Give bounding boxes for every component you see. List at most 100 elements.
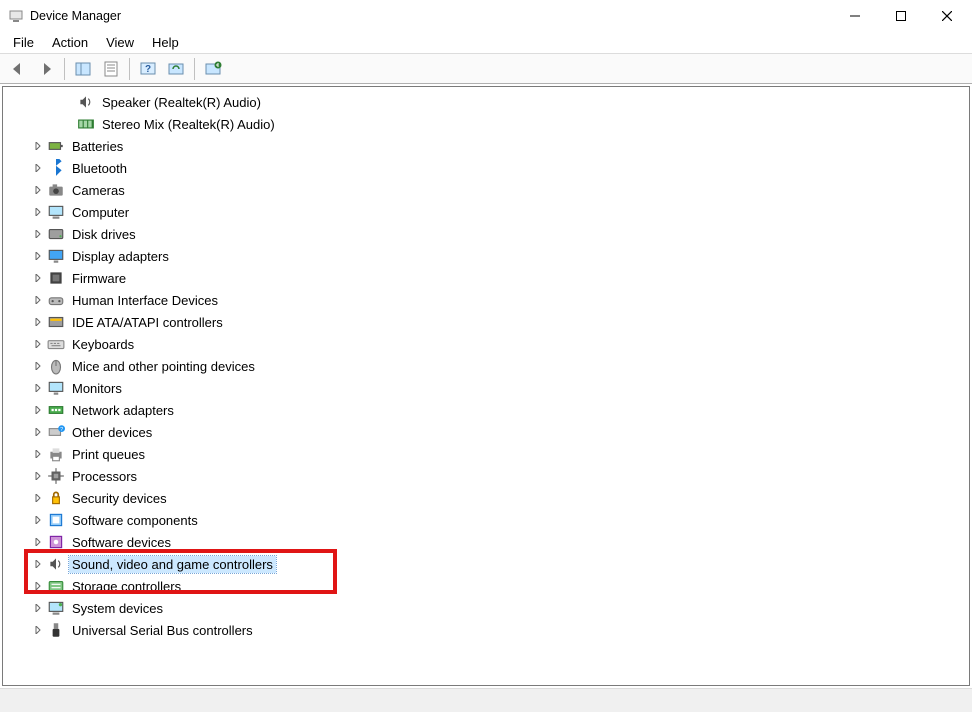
expand-icon[interactable] — [31, 513, 45, 527]
tree-item-network[interactable]: Network adapters — [3, 399, 969, 421]
tree-item-label: Computer — [69, 204, 132, 221]
tree-item-label: Speaker (Realtek(R) Audio) — [99, 94, 264, 111]
expand-icon[interactable] — [31, 249, 45, 263]
tree-item-storage[interactable]: Storage controllers — [3, 575, 969, 597]
tree-item-system[interactable]: System devices — [3, 597, 969, 619]
tree-item-keyboards[interactable]: Keyboards — [3, 333, 969, 355]
content-area: Speaker (Realtek(R) Audio) Stereo Mix (Re… — [2, 86, 970, 686]
tree-item-batteries[interactable]: Batteries — [3, 135, 969, 157]
disk-icon — [47, 225, 65, 243]
tree-item-security[interactable]: Security devices — [3, 487, 969, 509]
forward-button[interactable] — [34, 57, 58, 81]
maximize-button[interactable] — [878, 0, 924, 32]
tree-item-label: Keyboards — [69, 336, 137, 353]
expand-icon[interactable] — [31, 381, 45, 395]
tree-item-sw-devices[interactable]: Software devices — [3, 531, 969, 553]
tree-item-label: Storage controllers — [69, 578, 184, 595]
expand-icon[interactable] — [31, 535, 45, 549]
tree-item-speaker[interactable]: Speaker (Realtek(R) Audio) — [3, 91, 969, 113]
tree-item-label: Software components — [69, 512, 201, 529]
expand-icon[interactable] — [31, 271, 45, 285]
display-icon — [47, 247, 65, 265]
tree-item-label: Other devices — [69, 424, 155, 441]
network-icon — [47, 401, 65, 419]
tree-item-label: Firmware — [69, 270, 129, 287]
properties-button[interactable] — [99, 57, 123, 81]
mouse-icon — [47, 357, 65, 375]
tree-item-label: Network adapters — [69, 402, 177, 419]
expand-icon[interactable] — [31, 315, 45, 329]
menu-view[interactable]: View — [97, 32, 143, 54]
expand-icon[interactable] — [31, 139, 45, 153]
expand-icon[interactable] — [31, 337, 45, 351]
speaker-icon — [77, 93, 95, 111]
tree-item-disk-drives[interactable]: Disk drives — [3, 223, 969, 245]
keyboard-icon — [47, 335, 65, 353]
usb-icon — [47, 621, 65, 639]
expand-icon[interactable] — [31, 425, 45, 439]
show-hide-console-tree-button[interactable] — [71, 57, 95, 81]
tree-item-label: Security devices — [69, 490, 170, 507]
device-tree[interactable]: Speaker (Realtek(R) Audio) Stereo Mix (Re… — [3, 87, 969, 685]
tree-item-label: Display adapters — [69, 248, 172, 265]
tree-item-label: Processors — [69, 468, 140, 485]
expand-icon[interactable] — [31, 293, 45, 307]
expand-icon[interactable] — [31, 579, 45, 593]
menu-help[interactable]: Help — [143, 32, 188, 54]
tree-item-monitors[interactable]: Monitors — [3, 377, 969, 399]
help-button[interactable]: ? — [136, 57, 160, 81]
menu-action[interactable]: Action — [43, 32, 97, 54]
tree-item-label: Stereo Mix (Realtek(R) Audio) — [99, 116, 278, 133]
update-driver-button[interactable] — [201, 57, 225, 81]
tree-item-usb[interactable]: Universal Serial Bus controllers — [3, 619, 969, 641]
tree-item-label: Mice and other pointing devices — [69, 358, 258, 375]
expand-icon[interactable] — [31, 491, 45, 505]
tree-item-hid[interactable]: Human Interface Devices — [3, 289, 969, 311]
toolbar: ? — [0, 54, 972, 84]
expand-icon[interactable] — [31, 227, 45, 241]
window-controls — [832, 0, 970, 32]
tree-item-mice[interactable]: Mice and other pointing devices — [3, 355, 969, 377]
expand-icon[interactable] — [31, 359, 45, 373]
tree-item-cameras[interactable]: Cameras — [3, 179, 969, 201]
close-button[interactable] — [924, 0, 970, 32]
tree-item-computer[interactable]: Computer — [3, 201, 969, 223]
tree-item-display-adapters[interactable]: Display adapters — [3, 245, 969, 267]
expand-icon[interactable] — [31, 469, 45, 483]
expand-icon[interactable] — [31, 557, 45, 571]
expand-icon[interactable] — [31, 183, 45, 197]
expand-icon[interactable] — [31, 205, 45, 219]
expand-icon[interactable] — [31, 447, 45, 461]
tree-item-label: Print queues — [69, 446, 148, 463]
expand-icon[interactable] — [31, 623, 45, 637]
tree-item-bluetooth[interactable]: Bluetooth — [3, 157, 969, 179]
expand-icon[interactable] — [31, 403, 45, 417]
menu-file[interactable]: File — [4, 32, 43, 54]
swcomp-icon — [47, 511, 65, 529]
tree-item-sound[interactable]: Sound, video and game controllers — [3, 553, 969, 575]
tree-item-label: Software devices — [69, 534, 174, 551]
tree-item-print-queues[interactable]: Print queues — [3, 443, 969, 465]
tree-item-firmware[interactable]: Firmware — [3, 267, 969, 289]
swdev-icon — [47, 533, 65, 551]
camera-icon — [47, 181, 65, 199]
tree-item-label: IDE ATA/ATAPI controllers — [69, 314, 226, 331]
system-icon — [47, 599, 65, 617]
minimize-button[interactable] — [832, 0, 878, 32]
back-button[interactable] — [6, 57, 30, 81]
titlebar: Device Manager — [0, 0, 972, 32]
security-icon — [47, 489, 65, 507]
battery-icon — [47, 137, 65, 155]
tree-item-ide[interactable]: IDE ATA/ATAPI controllers — [3, 311, 969, 333]
tree-item-label: Universal Serial Bus controllers — [69, 622, 256, 639]
storage-icon — [47, 577, 65, 595]
expand-icon[interactable] — [31, 601, 45, 615]
scan-hardware-button[interactable] — [164, 57, 188, 81]
expand-icon[interactable] — [31, 161, 45, 175]
tree-item-stereo-mix[interactable]: Stereo Mix (Realtek(R) Audio) — [3, 113, 969, 135]
tree-item-processors[interactable]: Processors — [3, 465, 969, 487]
device-manager-icon — [8, 8, 24, 24]
tree-item-other[interactable]: ?Other devices — [3, 421, 969, 443]
bluetooth-icon — [47, 159, 65, 177]
tree-item-sw-components[interactable]: Software components — [3, 509, 969, 531]
